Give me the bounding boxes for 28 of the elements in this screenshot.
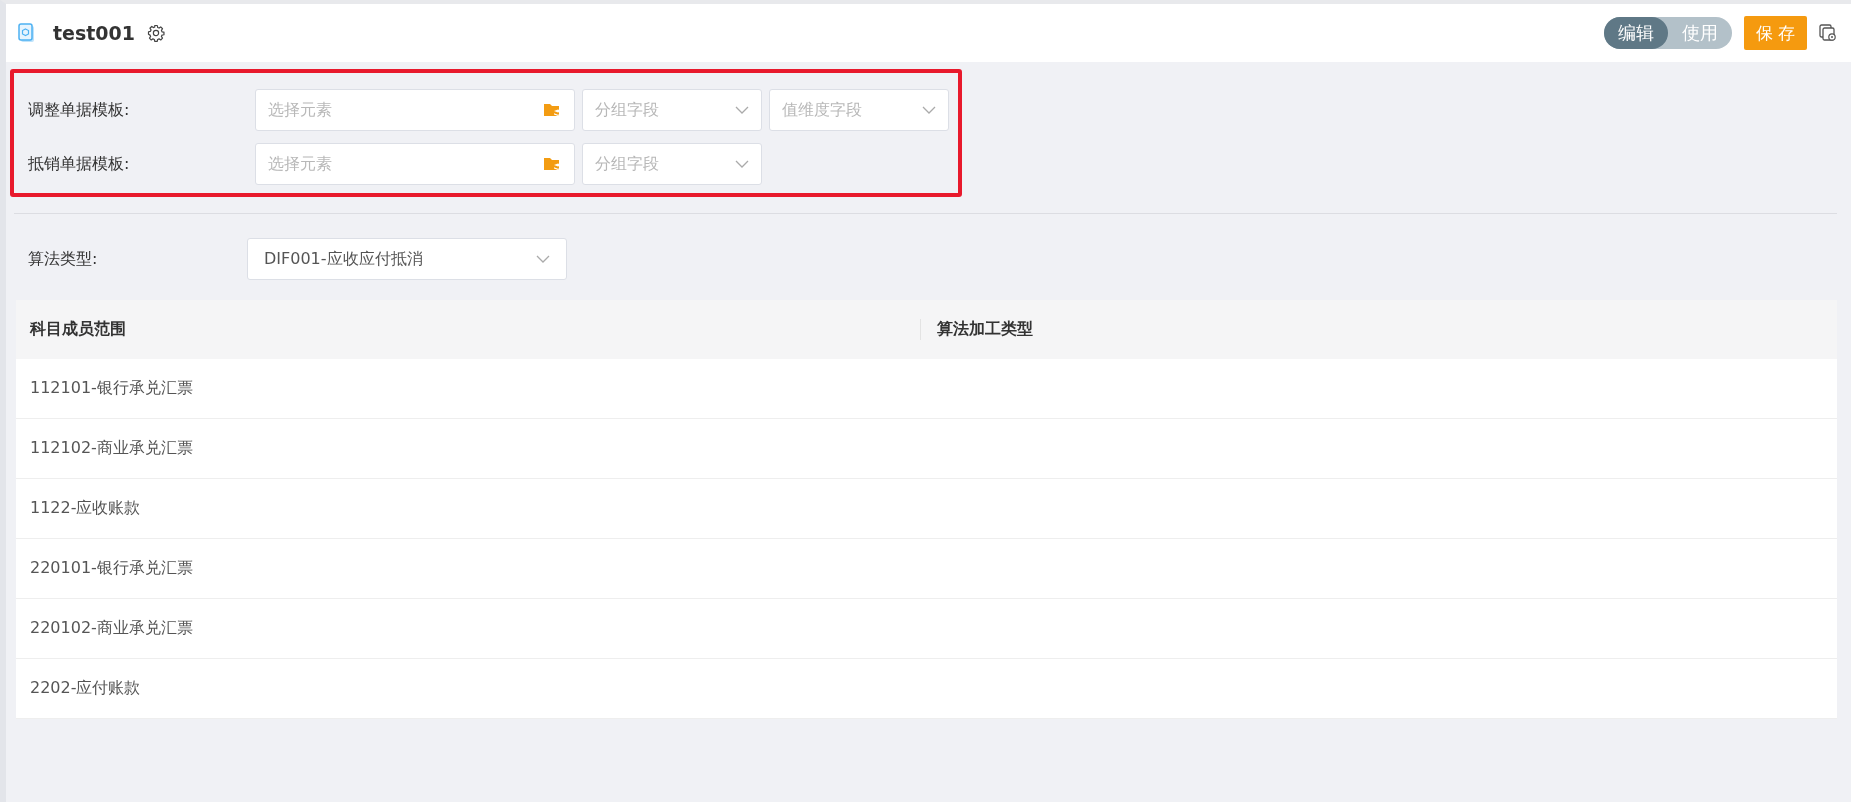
column-header: 算法加工类型 (937, 319, 1033, 338)
chevron-down-icon (536, 255, 550, 263)
element-picker-field[interactable]: 选择元素 (255, 89, 575, 131)
dropdown-field[interactable]: 值维度字段 (769, 89, 949, 131)
mode-option[interactable]: 编辑 (1603, 17, 1668, 49)
table-cell: 1122-应收账款 (30, 498, 141, 517)
chevron-down-icon (735, 106, 749, 114)
field-label: 算法类型: (27, 248, 99, 270)
column-header: 科目成员范围 (30, 319, 126, 338)
document-icon (18, 23, 35, 43)
field-label: 调整单据模板: (27, 99, 131, 121)
element-picker-field[interactable]: 选择元素 (255, 143, 575, 185)
table-cell: 220102-商业承兑汇票 (30, 618, 193, 637)
algorithm-dropdown[interactable]: DIF001-应收应付抵消 (247, 238, 567, 280)
chevron-down-icon (922, 106, 936, 114)
settings-icon[interactable] (147, 24, 166, 42)
windows-settings-icon[interactable] (1819, 24, 1837, 42)
table-cell: 112102-商业承兑汇票 (30, 438, 193, 457)
dropdown-field[interactable]: 分组字段 (582, 89, 762, 131)
dropdown-field[interactable]: 分组字段 (582, 143, 762, 185)
chevron-down-icon (735, 160, 749, 168)
mode-option[interactable]: 使用 (1667, 17, 1732, 49)
table-cell: 220101-银行承兑汇票 (30, 558, 193, 577)
page-title: test001 (53, 22, 136, 44)
table-cell: 112101-银行承兑汇票 (30, 378, 193, 397)
save-button[interactable]: 保 存 (1743, 16, 1807, 50)
table-cell: 2202-应付账款 (30, 678, 141, 697)
field-label: 抵销单据模板: (27, 153, 131, 175)
